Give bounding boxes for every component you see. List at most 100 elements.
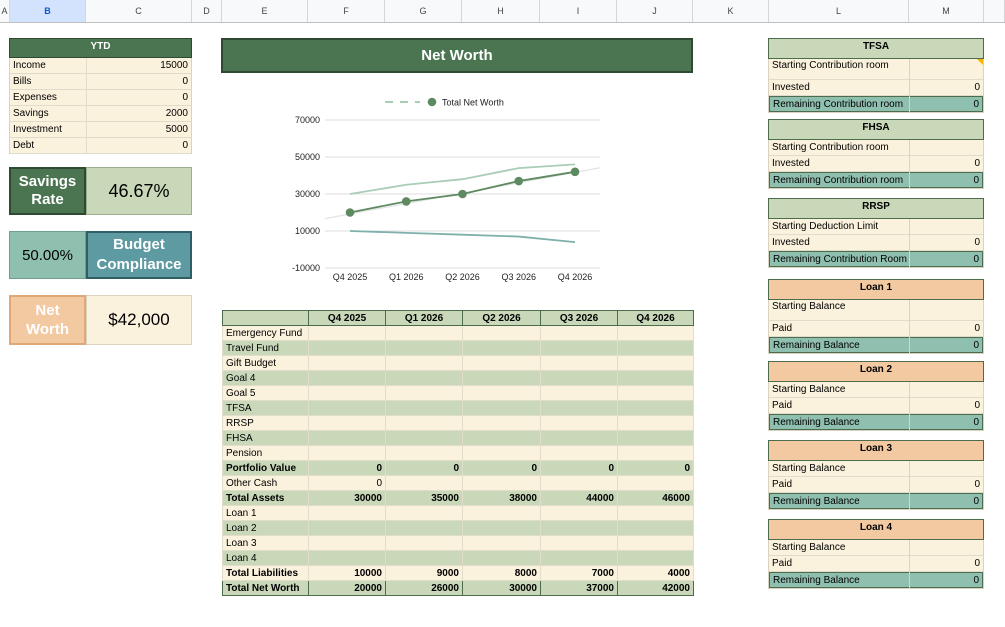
table-row-label[interactable]: Other Cash xyxy=(222,475,309,491)
account-box-row[interactable]: Paid 0 xyxy=(769,398,983,414)
table-cell[interactable] xyxy=(540,355,618,371)
ytd-row[interactable]: Investment 5000 xyxy=(10,122,191,138)
table-cell[interactable]: 20000 xyxy=(308,580,386,596)
table-row-label[interactable]: Loan 1 xyxy=(222,505,309,521)
account-box-row[interactable]: Remaining Balance 0 xyxy=(769,337,983,353)
table-cell[interactable]: 0 xyxy=(540,460,618,476)
ytd-row[interactable]: Expenses 0 xyxy=(10,90,191,106)
table-row-label[interactable]: RRSP xyxy=(222,415,309,431)
table-cell[interactable] xyxy=(462,385,541,401)
account-box-row[interactable]: Invested 0 xyxy=(769,80,983,96)
table-cell[interactable] xyxy=(617,550,694,566)
table-row-label[interactable]: Emergency Fund xyxy=(222,325,309,341)
table-row-label[interactable]: Goal 5 xyxy=(222,385,309,401)
table-cell[interactable] xyxy=(462,430,541,446)
table-cell[interactable] xyxy=(540,325,618,341)
table-cell[interactable]: 7000 xyxy=(540,565,618,581)
account-box-row[interactable]: Remaining Balance 0 xyxy=(769,493,983,509)
table-cell[interactable] xyxy=(385,550,463,566)
column-header-m[interactable]: M xyxy=(909,0,984,22)
column-header-g[interactable]: G xyxy=(385,0,462,22)
table-cell[interactable] xyxy=(385,430,463,446)
table-cell[interactable] xyxy=(462,475,541,491)
table-cell[interactable] xyxy=(308,445,386,461)
account-box-row[interactable]: Starting Contribution room xyxy=(769,59,983,80)
table-row-label[interactable]: Portfolio Value xyxy=(222,460,309,476)
table-cell[interactable] xyxy=(540,445,618,461)
table-cell[interactable]: 44000 xyxy=(540,490,618,506)
table-cell[interactable] xyxy=(540,400,618,416)
table-cell[interactable] xyxy=(540,430,618,446)
table-cell[interactable] xyxy=(462,535,541,551)
table-cell[interactable]: 0 xyxy=(462,460,541,476)
table-cell[interactable] xyxy=(540,505,618,521)
table-cell[interactable] xyxy=(385,400,463,416)
account-box-row[interactable]: Paid 0 xyxy=(769,556,983,572)
table-cell[interactable] xyxy=(540,550,618,566)
table-cell[interactable] xyxy=(308,355,386,371)
account-box-row[interactable]: Invested 0 xyxy=(769,235,983,251)
ytd-row[interactable]: Income 15000 xyxy=(10,58,191,74)
table-row-label[interactable]: Total Assets xyxy=(222,490,309,506)
account-box-row[interactable]: Starting Balance xyxy=(769,382,983,398)
table-cell[interactable] xyxy=(385,475,463,491)
table-cell[interactable] xyxy=(385,325,463,341)
table-cell[interactable] xyxy=(462,340,541,356)
table-header-cell[interactable]: Q3 2026 xyxy=(540,310,618,326)
account-box-row[interactable]: Remaining Balance 0 xyxy=(769,414,983,430)
table-cell[interactable] xyxy=(308,430,386,446)
table-cell[interactable] xyxy=(308,535,386,551)
table-cell[interactable] xyxy=(617,520,694,536)
table-cell[interactable]: 0 xyxy=(308,475,386,491)
table-header-cell[interactable]: Q2 2026 xyxy=(462,310,541,326)
table-cell[interactable]: 4000 xyxy=(617,565,694,581)
table-header-cell[interactable] xyxy=(222,310,309,326)
table-cell[interactable]: 37000 xyxy=(540,580,618,596)
account-box-row[interactable]: Remaining Contribution Room 0 xyxy=(769,251,983,267)
ytd-row[interactable]: Debt 0 xyxy=(10,138,191,154)
table-cell[interactable] xyxy=(617,535,694,551)
table-cell[interactable]: 0 xyxy=(308,460,386,476)
comment-indicator-icon[interactable] xyxy=(977,59,983,65)
table-row-label[interactable]: Loan 3 xyxy=(222,535,309,551)
table-cell[interactable]: 0 xyxy=(385,460,463,476)
table-cell[interactable] xyxy=(462,355,541,371)
table-row-label[interactable]: TFSA xyxy=(222,400,309,416)
column-header-j[interactable]: J xyxy=(617,0,693,22)
table-cell[interactable] xyxy=(308,415,386,431)
table-cell[interactable] xyxy=(617,340,694,356)
table-cell[interactable] xyxy=(385,370,463,386)
budget-compliance-label-cell[interactable]: Budget Compliance xyxy=(86,231,192,279)
table-cell[interactable] xyxy=(462,370,541,386)
table-cell[interactable] xyxy=(462,520,541,536)
table-cell[interactable]: 0 xyxy=(617,460,694,476)
account-box-row[interactable]: Starting Balance xyxy=(769,461,983,477)
table-cell[interactable] xyxy=(308,550,386,566)
table-cell[interactable] xyxy=(385,445,463,461)
table-cell[interactable]: 8000 xyxy=(462,565,541,581)
column-header-d[interactable]: D xyxy=(192,0,222,22)
table-row-label[interactable]: Travel Fund xyxy=(222,340,309,356)
table-cell[interactable] xyxy=(385,355,463,371)
table-cell[interactable] xyxy=(308,400,386,416)
table-row-label[interactable]: Total Liabilities xyxy=(222,565,309,581)
savings-rate-value-cell[interactable]: 46.67% xyxy=(86,167,192,215)
account-box-row[interactable]: Remaining Balance 0 xyxy=(769,572,983,588)
table-cell[interactable] xyxy=(462,445,541,461)
account-box-row[interactable]: Starting Balance xyxy=(769,540,983,556)
column-header-k[interactable]: K xyxy=(693,0,769,22)
table-cell[interactable] xyxy=(462,550,541,566)
table-header-cell[interactable]: Q1 2026 xyxy=(385,310,463,326)
account-box-row[interactable]: Starting Contribution room xyxy=(769,140,983,156)
table-row-label[interactable]: Loan 2 xyxy=(222,520,309,536)
net-worth-label-cell[interactable]: Net Worth xyxy=(9,295,86,345)
table-header-cell[interactable]: Q4 2025 xyxy=(308,310,386,326)
table-cell[interactable] xyxy=(617,475,694,491)
net-worth-value-cell[interactable]: $42,000 xyxy=(86,295,192,345)
savings-rate-label-cell[interactable]: Savings Rate xyxy=(9,167,86,215)
table-cell[interactable] xyxy=(308,325,386,341)
table-cell[interactable] xyxy=(462,325,541,341)
ytd-row[interactable]: Savings 2000 xyxy=(10,106,191,122)
table-row-label[interactable]: Loan 4 xyxy=(222,550,309,566)
table-cell[interactable]: 38000 xyxy=(462,490,541,506)
